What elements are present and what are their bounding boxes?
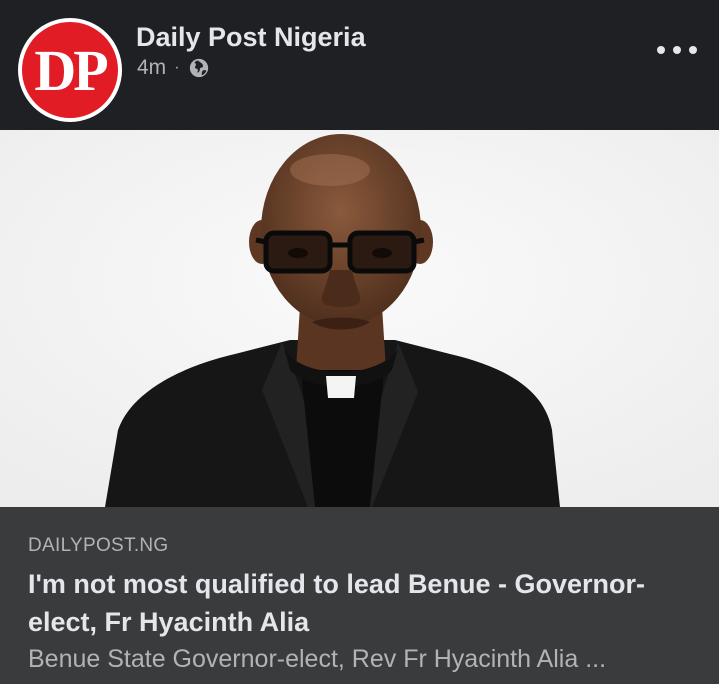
link-preview[interactable]: DAILYPOST.NG I'm not most qualified to l… (0, 507, 719, 684)
post-meta: 4m · (137, 56, 210, 80)
link-title[interactable]: I'm not most qualified to lead Benue - G… (28, 565, 688, 641)
more-horizontal-icon (673, 46, 681, 54)
avatar-logo-text: DP (34, 38, 108, 103)
page-avatar[interactable]: DP (18, 18, 122, 122)
link-description: Benue State Governor-elect, Rev Fr Hyaci… (28, 645, 607, 673)
more-options-button[interactable] (657, 38, 697, 62)
facebook-post: DP Daily Post Nigeria 4m · DAILYPOST.NG … (0, 0, 719, 684)
post-timestamp[interactable]: 4m (137, 56, 166, 80)
post-image[interactable] (0, 130, 719, 507)
page-name[interactable]: Daily Post Nigeria (136, 22, 366, 53)
avatar-logo: DP (22, 22, 118, 118)
meta-separator: · (174, 59, 180, 76)
portrait-photo (0, 130, 719, 507)
more-horizontal-icon (657, 46, 665, 54)
link-domain: DAILYPOST.NG (28, 535, 169, 556)
more-horizontal-icon (689, 46, 697, 54)
post-header: DP Daily Post Nigeria 4m · (0, 0, 719, 130)
globe-icon[interactable] (188, 57, 210, 79)
